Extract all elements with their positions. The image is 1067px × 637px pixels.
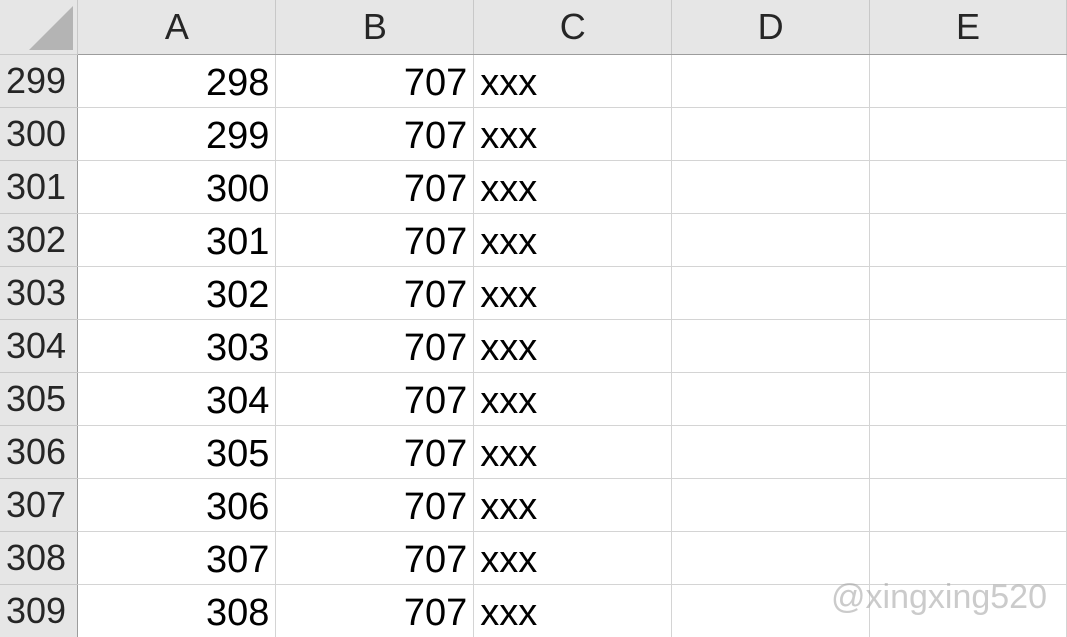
cell-c[interactable]: xxx <box>473 531 673 585</box>
cell-grid: A B C D E 299 298 707 xxx 300 299 707 xxx 301 300… <box>0 0 1067 637</box>
select-all-triangle-icon <box>29 5 74 50</box>
cell-b[interactable]: 707 <box>275 213 475 267</box>
cell-b[interactable]: 707 <box>275 531 475 585</box>
column-header-a[interactable]: A <box>77 0 277 55</box>
cell-c[interactable]: xxx <box>473 213 673 267</box>
cell-e[interactable] <box>869 54 1067 108</box>
cell-e[interactable] <box>869 372 1067 426</box>
cell-e[interactable] <box>869 319 1067 373</box>
cell-b[interactable]: 707 <box>275 372 475 426</box>
table-row: 306 305 707 xxx <box>0 425 1067 479</box>
cell-d[interactable] <box>671 107 871 161</box>
cell-d[interactable] <box>671 372 871 426</box>
column-header-row: A B C D E <box>0 0 1067 55</box>
row-header[interactable]: 299 <box>0 54 79 108</box>
table-row: 304 303 707 xxx <box>0 319 1067 373</box>
table-row: 309 308 707 xxx <box>0 584 1067 637</box>
cell-e[interactable] <box>869 584 1067 637</box>
cell-e[interactable] <box>869 213 1067 267</box>
column-header-d[interactable]: D <box>671 0 871 55</box>
cell-e[interactable] <box>869 107 1067 161</box>
cell-d[interactable] <box>671 478 871 532</box>
table-row: 300 299 707 xxx <box>0 107 1067 161</box>
cell-c[interactable]: xxx <box>473 584 673 637</box>
row-header[interactable]: 308 <box>0 531 79 585</box>
cell-d[interactable] <box>671 584 871 637</box>
cell-c[interactable]: xxx <box>473 478 673 532</box>
cell-a[interactable]: 299 <box>77 107 277 161</box>
cell-d[interactable] <box>671 54 871 108</box>
cell-e[interactable] <box>869 266 1067 320</box>
row-header[interactable]: 305 <box>0 372 79 426</box>
cell-c[interactable]: xxx <box>473 107 673 161</box>
cell-b[interactable]: 707 <box>275 584 475 637</box>
table-row: 301 300 707 xxx <box>0 160 1067 214</box>
cell-d[interactable] <box>671 319 871 373</box>
row-header[interactable]: 304 <box>0 319 79 373</box>
cell-e[interactable] <box>869 478 1067 532</box>
cell-a[interactable]: 307 <box>77 531 277 585</box>
spreadsheet: A B C D E 299 298 707 xxx 300 299 707 xxx 301 300… <box>0 0 1067 637</box>
cell-a[interactable]: 308 <box>77 584 277 637</box>
cell-b[interactable]: 707 <box>275 54 475 108</box>
row-header[interactable]: 301 <box>0 160 79 214</box>
cell-c[interactable]: xxx <box>473 319 673 373</box>
cell-b[interactable]: 707 <box>275 478 475 532</box>
cell-c[interactable]: xxx <box>473 425 673 479</box>
cell-b[interactable]: 707 <box>275 425 475 479</box>
cell-b[interactable]: 707 <box>275 319 475 373</box>
column-header-b[interactable]: B <box>275 0 475 55</box>
table-row: 302 301 707 xxx <box>0 213 1067 267</box>
table-row: 305 304 707 xxx <box>0 372 1067 426</box>
table-row: 308 307 707 xxx <box>0 531 1067 585</box>
cell-a[interactable]: 303 <box>77 319 277 373</box>
cell-a[interactable]: 306 <box>77 478 277 532</box>
row-header[interactable]: 302 <box>0 213 79 267</box>
cell-b[interactable]: 707 <box>275 160 475 214</box>
cell-c[interactable]: xxx <box>473 54 673 108</box>
column-header-e[interactable]: E <box>869 0 1067 55</box>
cell-a[interactable]: 305 <box>77 425 277 479</box>
table-row: 307 306 707 xxx <box>0 478 1067 532</box>
cell-a[interactable]: 300 <box>77 160 277 214</box>
cell-b[interactable]: 707 <box>275 266 475 320</box>
cell-c[interactable]: xxx <box>473 266 673 320</box>
cell-e[interactable] <box>869 531 1067 585</box>
cell-a[interactable]: 301 <box>77 213 277 267</box>
cell-e[interactable] <box>869 425 1067 479</box>
row-header[interactable]: 307 <box>0 478 79 532</box>
row-header[interactable]: 306 <box>0 425 79 479</box>
row-header[interactable]: 303 <box>0 266 79 320</box>
cell-e[interactable] <box>869 160 1067 214</box>
cell-d[interactable] <box>671 160 871 214</box>
table-row: 299 298 707 xxx <box>0 54 1067 108</box>
cell-c[interactable]: xxx <box>473 372 673 426</box>
row-header[interactable]: 309 <box>0 584 79 637</box>
cell-a[interactable]: 304 <box>77 372 277 426</box>
cell-a[interactable]: 298 <box>77 54 277 108</box>
cell-d[interactable] <box>671 213 871 267</box>
cell-d[interactable] <box>671 531 871 585</box>
table-row: 303 302 707 xxx <box>0 266 1067 320</box>
grid-body: 299 298 707 xxx 300 299 707 xxx 301 300 707 xxx 302 3… <box>0 54 1067 637</box>
cell-d[interactable] <box>671 266 871 320</box>
column-header-c[interactable]: C <box>473 0 673 55</box>
cell-c[interactable]: xxx <box>473 160 673 214</box>
row-header[interactable]: 300 <box>0 107 79 161</box>
cell-a[interactable]: 302 <box>77 266 277 320</box>
cell-d[interactable] <box>671 425 871 479</box>
select-all-button[interactable] <box>0 0 79 55</box>
cell-b[interactable]: 707 <box>275 107 475 161</box>
